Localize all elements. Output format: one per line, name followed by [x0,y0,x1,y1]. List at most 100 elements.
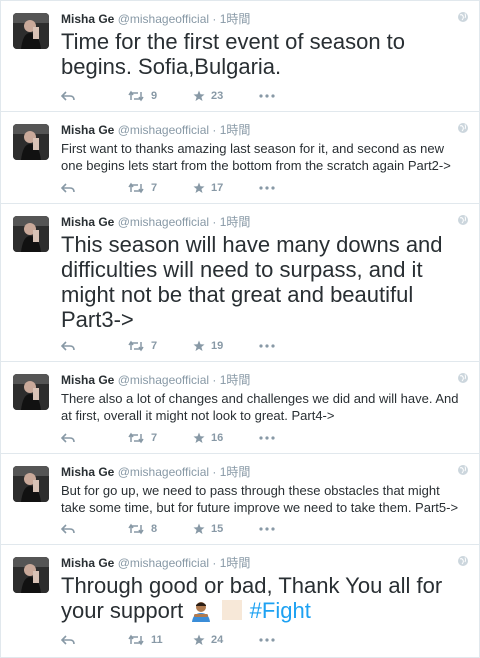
user-handle[interactable]: @mishageofficial [118,465,209,479]
favorite-button[interactable]: 15 [193,523,259,535]
tweet-actions: 7 19 [61,339,275,353]
star-icon [193,340,205,351]
favorite-button[interactable]: 23 [193,90,259,102]
reply-button[interactable] [61,341,127,351]
avatar[interactable] [13,13,49,49]
tweet-actions: 7 16 [61,431,275,445]
tweet[interactable]: Misha Ge @mishageofficial · 1時間 But for … [1,454,479,545]
tweet-header: Misha Ge @mishageofficial · 1時間 [61,123,251,137]
retweet-icon [128,432,144,444]
favorite-count: 23 [211,90,224,102]
retweet-icon [128,523,144,535]
more-button[interactable] [259,638,275,642]
retweet-button[interactable]: 7 [127,432,193,444]
tweet-time[interactable]: 1時間 [220,215,251,229]
tweet-header: Misha Ge @mishageofficial · 1時間 [61,373,251,387]
tweet-time[interactable]: 1時間 [220,12,251,26]
retweet-button[interactable]: 9 [127,90,193,102]
skin-tone-swatch [221,600,242,620]
avatar[interactable] [13,124,49,160]
tweet-header: Misha Ge @mishageofficial · 1時間 [61,215,251,229]
favorite-count: 24 [211,634,224,646]
tweet-text: But for go up, we need to pass through t… [61,483,459,515]
avatar[interactable] [13,466,49,502]
reply-button[interactable] [61,183,127,193]
avatar[interactable] [13,557,49,593]
user-handle[interactable]: @mishageofficial [118,556,209,570]
tweet-text: There also a lot of changes and challeng… [61,391,459,423]
tweet[interactable]: Misha Ge @mishageofficial · 1時間 Time for… [1,1,479,112]
tweet-header: Misha Ge @mishageofficial · 1時間 [61,556,251,570]
reply-icon [61,91,75,101]
star-icon [193,634,205,645]
tweet[interactable]: Misha Ge @mishageofficial · 1時間 First wa… [1,112,479,204]
tweet-actions: 9 23 [61,89,275,103]
user-handle[interactable]: @mishageofficial [118,123,209,137]
globe-icon [458,373,468,383]
avatar[interactable] [13,216,49,252]
user-name[interactable]: Misha Ge [61,373,114,387]
user-name[interactable]: Misha Ge [61,215,114,229]
retweet-icon [128,340,144,352]
user-name[interactable]: Misha Ge [61,12,114,26]
retweet-button[interactable]: 11 [127,634,193,646]
reply-icon [61,433,75,443]
more-button[interactable] [259,527,275,531]
reply-button[interactable] [61,433,127,443]
more-icon [259,527,275,531]
retweet-button[interactable]: 7 [127,340,193,352]
user-name[interactable]: Misha Ge [61,123,114,137]
retweet-count: 7 [151,432,158,444]
tweet-actions: 11 24 [61,633,275,647]
more-button[interactable] [259,344,275,348]
retweet-count: 8 [151,523,158,535]
user-handle[interactable]: @mishageofficial [118,373,209,387]
favorite-count: 16 [211,432,224,444]
reply-button[interactable] [61,524,127,534]
user-handle[interactable]: @mishageofficial [118,12,209,26]
favorite-button[interactable]: 24 [193,634,259,646]
tweet-text: Through good or bad, Thank You all for y… [61,573,467,623]
tweet-timeline: Misha Ge @mishageofficial · 1時間 Time for… [0,0,480,658]
globe-icon [458,215,468,225]
tweet-text: First want to thanks amazing last season… [61,141,451,173]
tweet-text: Time for the first event of season to be… [61,29,406,79]
more-icon [259,186,275,190]
favorite-count: 17 [211,182,224,194]
user-handle[interactable]: @mishageofficial [118,215,209,229]
star-icon [193,432,205,443]
reply-icon [61,524,75,534]
tweet-actions: 8 15 [61,522,275,536]
retweet-button[interactable]: 8 [127,523,193,535]
tweet-time[interactable]: 1時間 [220,556,251,570]
tweet-time[interactable]: 1時間 [220,123,251,137]
more-icon [259,638,275,642]
more-button[interactable] [259,94,275,98]
reply-button[interactable] [61,635,127,645]
reply-icon [61,341,75,351]
more-button[interactable] [259,186,275,190]
tweet[interactable]: Misha Ge @mishageofficial · 1時間 There al… [1,362,479,454]
hashtag-link[interactable]: #Fight [250,598,311,623]
user-name[interactable]: Misha Ge [61,556,114,570]
globe-icon [458,465,468,475]
star-icon [193,182,205,193]
avatar[interactable] [13,374,49,410]
star-icon [193,523,205,534]
tweet[interactable]: Misha Ge @mishageofficial · 1時間 Through … [1,545,479,655]
retweet-count: 7 [151,182,158,194]
favorite-button[interactable]: 16 [193,432,259,444]
favorite-button[interactable]: 17 [193,182,259,194]
tweet-text: This season will have many downs and dif… [61,232,443,332]
retweet-button[interactable]: 7 [127,182,193,194]
tweet[interactable]: Misha Ge @mishageofficial · 1時間 This sea… [1,204,479,362]
tweet-time[interactable]: 1時間 [220,373,251,387]
retweet-count: 7 [151,340,158,352]
more-button[interactable] [259,436,275,440]
reply-button[interactable] [61,91,127,101]
favorite-button[interactable]: 19 [193,340,259,352]
user-name[interactable]: Misha Ge [61,465,114,479]
reply-icon [61,183,75,193]
tweet-time[interactable]: 1時間 [220,465,251,479]
retweet-icon [128,634,144,646]
